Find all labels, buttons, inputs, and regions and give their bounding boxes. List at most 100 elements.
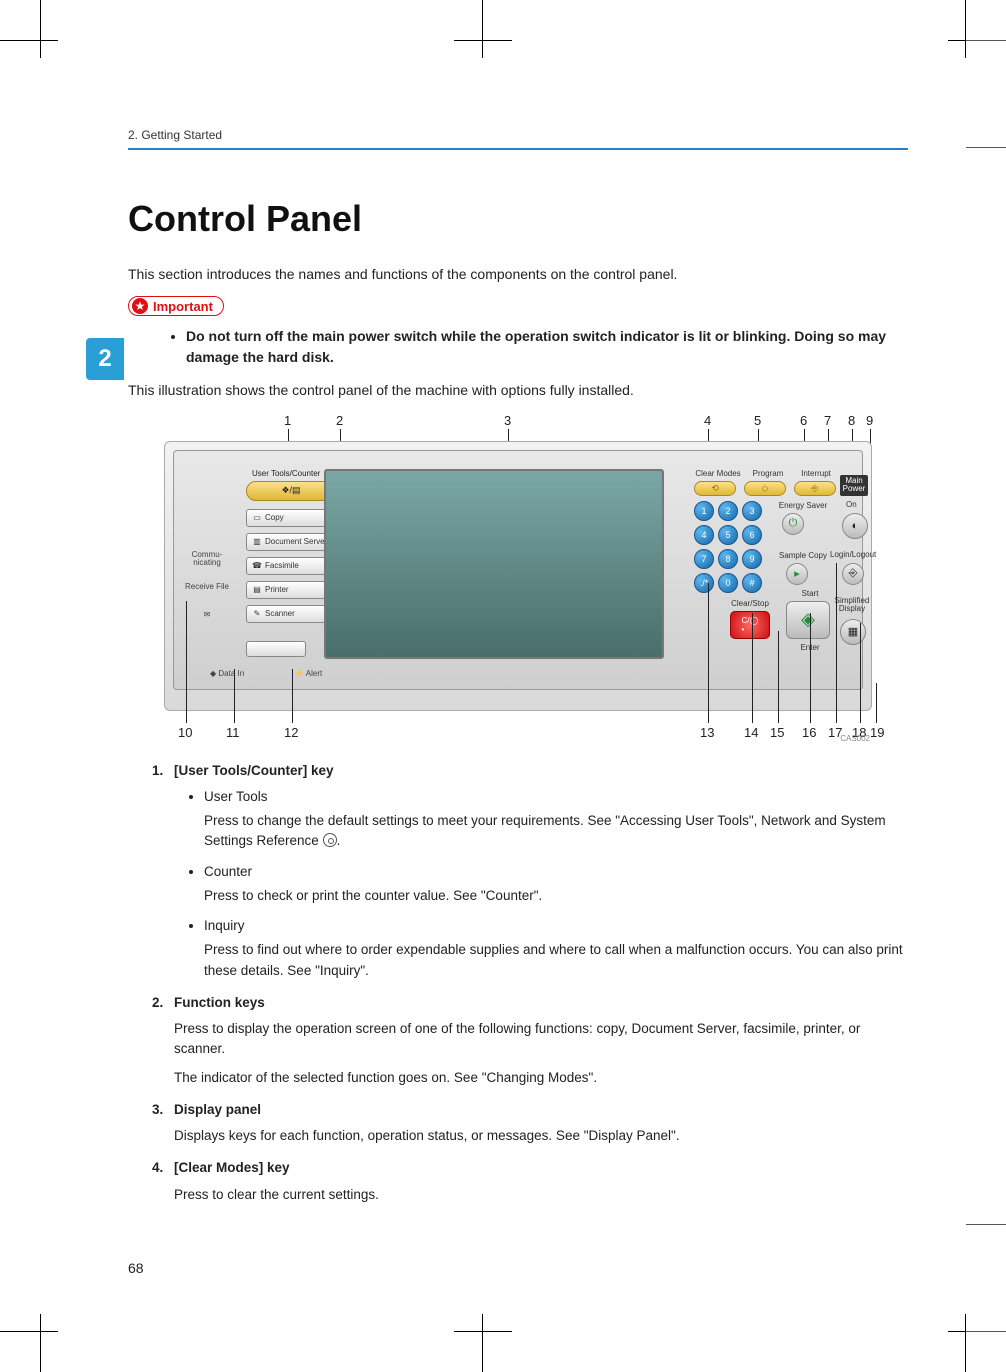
clear-stop-label: Clear/Stop (726, 599, 774, 608)
panel-body: User Tools/Counter ❖/▤ Commu- nicating R… (164, 441, 872, 711)
def-sublist: Counter (204, 862, 908, 882)
crop-mark (0, 1331, 58, 1332)
doc-server-key: ▥Document Server (246, 533, 336, 551)
def-item-3: Display panel Displays keys for each fun… (152, 1100, 908, 1147)
def-body: The indicator of the selected function g… (174, 1068, 908, 1088)
figure-wrap: 1 2 3 4 5 6 7 8 9 User Tools/Counter ❖/▤ (128, 413, 908, 743)
illustration-caption: This illustration shows the control pane… (128, 380, 908, 400)
definition-list: [User Tools/Counter] key User Tools Pres… (152, 761, 908, 1205)
cd-icon (323, 833, 337, 847)
start-key: ◈ (786, 601, 830, 639)
printer-key: ▤Printer (246, 581, 336, 599)
simplified-key: ▦ (840, 619, 866, 645)
on-label: On (846, 501, 857, 510)
sample-copy-key: ▸ (786, 563, 808, 585)
alert-label: ⚡ Alert (294, 669, 322, 678)
key-9: 9 (742, 549, 762, 569)
callout-5: 5 (754, 413, 761, 428)
def-sub-counter: Counter (204, 862, 908, 882)
numeric-keypad: 1 2 3 4 5 6 7 8 9 ./* 0 # (694, 501, 762, 593)
running-header: 2. Getting Started (128, 128, 908, 142)
callout-11: 11 (226, 725, 240, 740)
intro-text: This section introduces the names and fu… (128, 264, 908, 284)
key-0: 0 (718, 573, 738, 593)
leader-line (708, 583, 709, 723)
scanner-label: Scanner (265, 609, 295, 618)
key-8: 8 (718, 549, 738, 569)
key-4: 4 (694, 525, 714, 545)
crop-frame (966, 40, 1006, 148)
doc-server-label: Document Server (265, 537, 327, 546)
receive-file-label: Receive File (180, 583, 234, 592)
def-item-4: [Clear Modes] key Press to clear the cur… (152, 1158, 908, 1205)
copy-key: ▭Copy (246, 509, 336, 527)
important-badge: ★ Important (128, 296, 224, 316)
star-icon: ★ (132, 298, 148, 314)
callout-2: 2 (336, 413, 343, 428)
program-key: ◇ (744, 481, 786, 496)
def-sub-text: Press to check or print the counter valu… (204, 886, 908, 906)
callout-1: 1 (284, 413, 291, 428)
callout-8: 8 (848, 413, 855, 428)
callout-9: 9 (866, 413, 873, 428)
clear-stop-key: C/◯• (730, 611, 770, 639)
def-title: Function keys (174, 993, 908, 1013)
crop-mark (454, 40, 512, 41)
def-sub-text: Press to find out where to order expenda… (204, 940, 908, 981)
callout-6: 6 (800, 413, 807, 428)
text-span: Press to change the default settings to … (204, 813, 886, 848)
def-title: [Clear Modes] key (174, 1158, 908, 1178)
leader-line (876, 683, 877, 723)
facsimile-key: ☎Facsimile (246, 557, 336, 575)
leader-line (860, 623, 861, 723)
data-in-label: ◆ Data In (210, 669, 244, 678)
def-title: Display panel (174, 1100, 908, 1120)
login-label: Login/Logout (830, 551, 874, 560)
def-body: Press to clear the current settings. (174, 1185, 908, 1205)
callout-14: 14 (744, 725, 758, 740)
communicating-label: Commu- nicating (180, 551, 234, 569)
interrupt-label: Interrupt (794, 469, 838, 478)
header-rule (128, 148, 908, 150)
callout-12: 12 (284, 725, 298, 740)
clear-modes-label: Clear Modes (694, 469, 742, 478)
key-2: 2 (718, 501, 738, 521)
leader-line (778, 631, 779, 723)
def-title: [User Tools/Counter] key (174, 761, 908, 781)
def-sub-text: Press to change the default settings to … (204, 811, 908, 852)
interrupt-key: ⎆ (794, 481, 836, 496)
def-body: Press to display the operation screen of… (174, 1019, 908, 1060)
blank-key (246, 641, 306, 657)
energy-saver-key: ⏻ (782, 513, 804, 535)
panel-inner: User Tools/Counter ❖/▤ Commu- nicating R… (173, 450, 863, 690)
facsimile-label: Facsimile (265, 561, 299, 570)
sample-copy-label: Sample Copy (774, 551, 832, 560)
crop-mark (40, 0, 41, 58)
callout-13: 13 (700, 725, 714, 740)
user-tools-key: ❖/▤ (246, 481, 336, 501)
user-tools-label: User Tools/Counter (252, 469, 320, 478)
callout-19: 19 (870, 725, 884, 740)
login-key: ⎆ (842, 563, 864, 585)
callout-15: 15 (770, 725, 784, 740)
def-sub-inquiry: Inquiry (204, 916, 908, 936)
callout-3: 3 (504, 413, 511, 428)
crop-mark (482, 0, 483, 58)
key-7: 7 (694, 549, 714, 569)
leader-line (836, 563, 837, 723)
program-label: Program (748, 469, 788, 478)
crop-mark (482, 1314, 483, 1372)
important-label: Important (153, 299, 213, 314)
leader-line (186, 601, 187, 723)
leader-line (292, 669, 293, 723)
warning-item: Do not turn off the main power switch wh… (186, 326, 908, 368)
power-key: ◐ (842, 513, 868, 539)
crop-frame (966, 1224, 1006, 1332)
key-5: 5 (718, 525, 738, 545)
main-power-label: Main Power (840, 475, 868, 497)
energy-saver-label: Energy Saver (774, 501, 832, 510)
start-label: Start (790, 589, 830, 598)
key-6: 6 (742, 525, 762, 545)
control-panel-figure: 1 2 3 4 5 6 7 8 9 User Tools/Counter ❖/▤ (164, 413, 872, 743)
crop-mark (0, 40, 58, 41)
